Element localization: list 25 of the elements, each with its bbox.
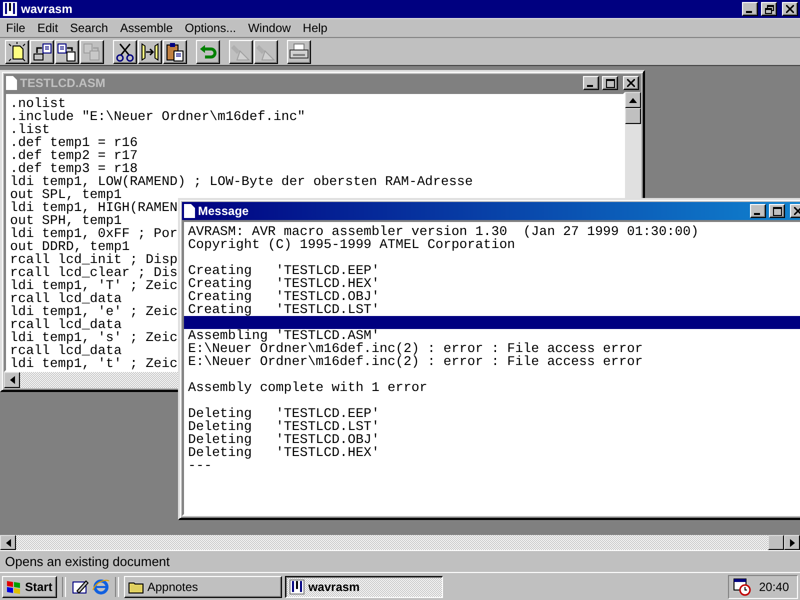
code-line: rcall lcd_data [9, 292, 122, 305]
code-line: .def temp3 = r18 [9, 162, 138, 175]
code-line: rcall lcd_data [9, 318, 122, 331]
code-line: rcall lcd_init ; Disp [9, 253, 178, 266]
code-line: out DDRD, temp1 [9, 240, 130, 253]
code-line: .def temp2 = r17 [9, 149, 138, 162]
status-text: Opens an existing document [5, 554, 170, 569]
window-title: TESTLCD.ASM [20, 76, 106, 90]
code-line: .nolist [9, 97, 66, 110]
window-title: Message [198, 204, 249, 218]
code-line: rcall lcd_data [9, 344, 122, 357]
code-line: ldi temp1, 'T' ; Zeic [9, 279, 178, 292]
code-line: ldi temp1, 0xFF ; Por [9, 227, 178, 240]
code-line: out SPL, temp1 [9, 188, 122, 201]
code-line: ldi temp1, LOW(RAMEND) ; LOW-Byte der obersten RAM-Adresse [9, 175, 473, 188]
code-line: ldi temp1, 's' ; Zeic [9, 331, 178, 344]
code-line: ldi temp1, 'e' ; Zeic [9, 305, 178, 318]
code-line: .include "E:\Neuer Ordner\m16def.inc" [9, 110, 306, 123]
code-line: ldi temp1, 't' ; Zeic [9, 357, 178, 370]
code-line: .list [9, 123, 50, 136]
window-title: wavrasm [21, 2, 72, 16]
code-line: out SPH, temp1 [9, 214, 122, 227]
code-line: .def temp1 = r16 [9, 136, 138, 149]
code-line: ldi temp1, HIGH(RAMEN [9, 201, 178, 214]
code-line: rcall lcd_clear ; Dis [9, 266, 178, 279]
